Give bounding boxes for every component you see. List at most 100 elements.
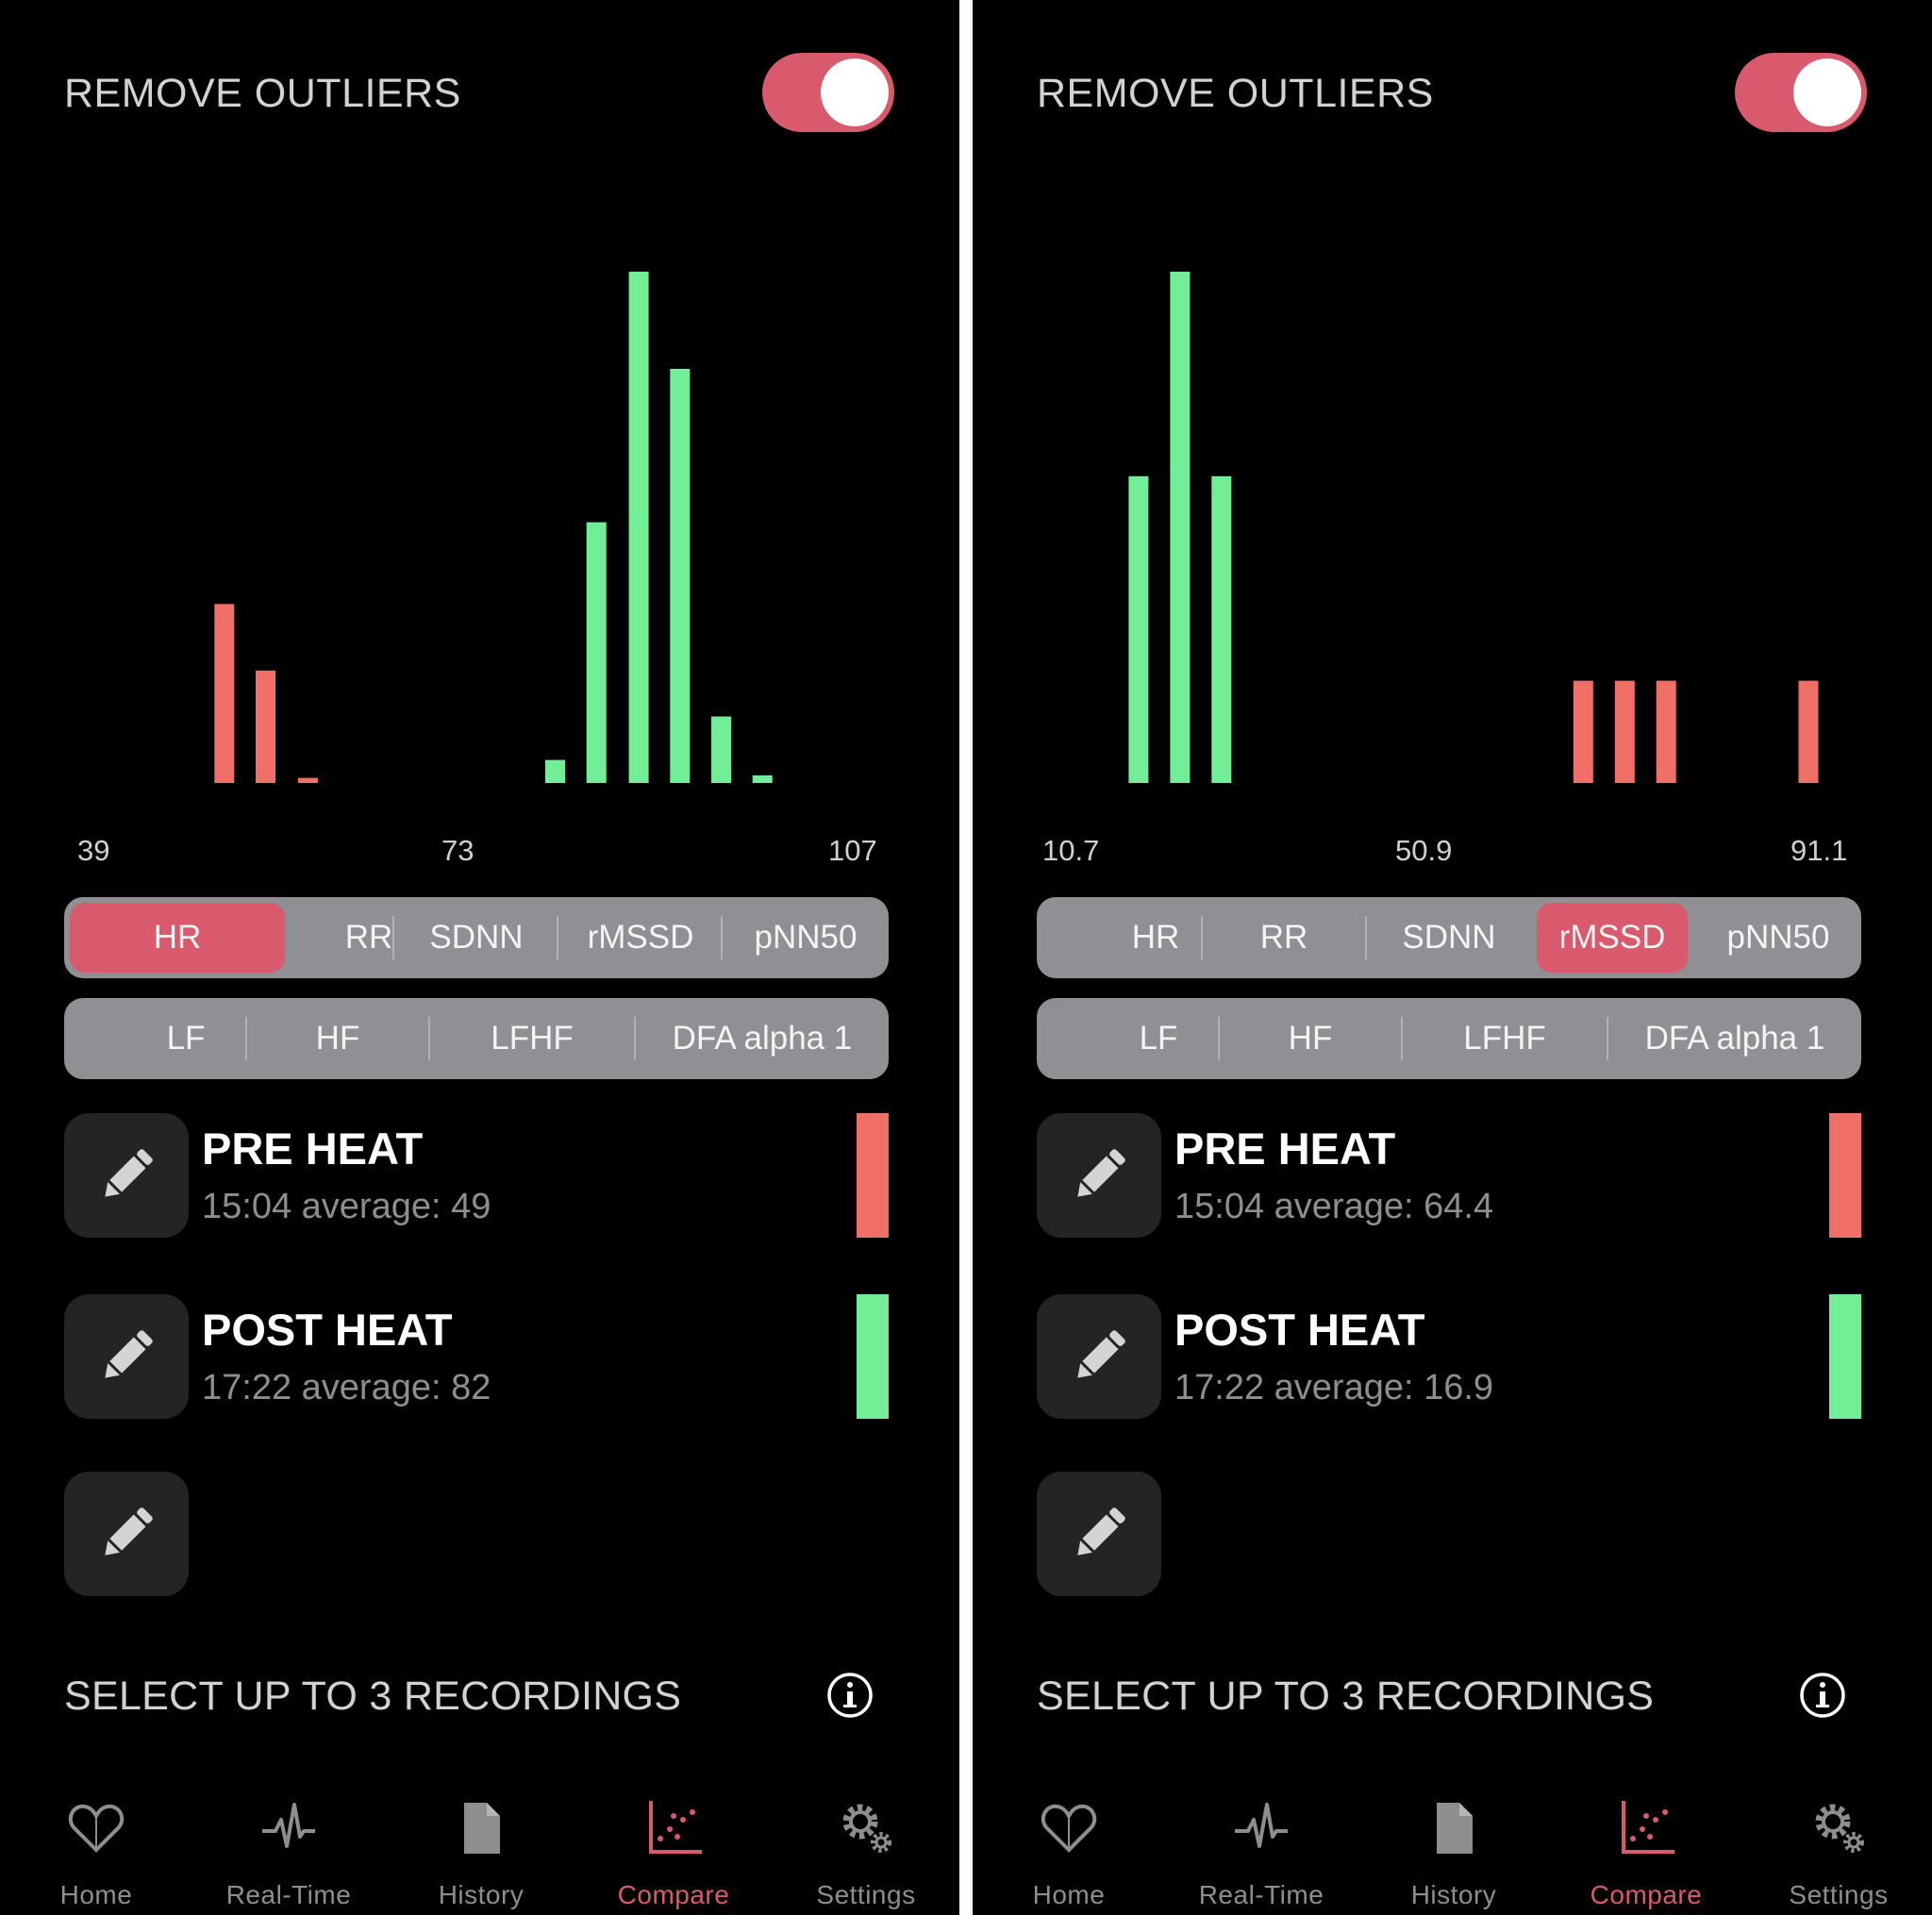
- recording-color-swatch: [1829, 1113, 1861, 1238]
- pulse-icon: [1235, 1803, 1288, 1848]
- edit-recording-button[interactable]: [64, 1294, 189, 1419]
- metric-sdnn[interactable]: SDNN: [1367, 897, 1531, 978]
- recording-name: POST HEAT: [202, 1305, 453, 1355]
- recording-row[interactable]: PRE HEAT 15:04 average: 64.4: [1037, 1113, 1861, 1238]
- pencil-icon: [105, 1330, 153, 1378]
- x-tick-max: 91.1: [1790, 834, 1847, 867]
- metric-lfhf[interactable]: LFHF: [1403, 998, 1607, 1079]
- recording-name: PRE HEAT: [1174, 1124, 1396, 1174]
- tab-label: History: [1410, 1880, 1497, 1909]
- tab-settings[interactable]: Settings: [1754, 1788, 1924, 1915]
- recording-meta: 17:22 average: 16.9: [1174, 1368, 1494, 1407]
- edit-recording-button[interactable]: [64, 1113, 189, 1238]
- pencil-icon: [1077, 1330, 1125, 1378]
- tab-label: Home: [59, 1880, 133, 1909]
- metric-rr[interactable]: RR: [1203, 897, 1365, 978]
- recording-row[interactable]: POST HEAT 17:22 average: 16.9: [1037, 1294, 1861, 1419]
- home-heart-icon: [68, 1804, 125, 1853]
- metric-sdnn[interactable]: SDNN: [394, 897, 558, 978]
- histogram-bar: [586, 522, 607, 783]
- pulse-icon: [262, 1803, 315, 1848]
- metric-hf[interactable]: HF: [1220, 998, 1401, 1079]
- gears-icon: [842, 1804, 891, 1853]
- histogram-bar: [1128, 475, 1149, 783]
- metric-dfa-alpha1[interactable]: DFA alpha 1: [636, 998, 889, 1079]
- scatter-chart-icon: [649, 1801, 702, 1854]
- tab-real-time[interactable]: Real-Time: [1176, 1788, 1346, 1915]
- metric-selector-row2: LF HF LFHF DFA alpha 1: [64, 998, 889, 1079]
- recording-meta: 15:04 average: 49: [202, 1187, 491, 1226]
- pencil-icon: [105, 1149, 153, 1197]
- metric-selector-row1: HR RR SDNN rMSSD pNN50: [1037, 897, 1861, 978]
- edit-recording-button[interactable]: [1037, 1113, 1161, 1238]
- edit-recording-button[interactable]: [1037, 1472, 1161, 1596]
- histogram-bar: [545, 759, 565, 783]
- gears-icon: [1815, 1804, 1864, 1853]
- pencil-icon: [105, 1507, 153, 1556]
- recording-color-swatch: [857, 1294, 889, 1419]
- tab-history[interactable]: History: [1369, 1788, 1539, 1915]
- recording-row[interactable]: PRE HEAT 15:04 average: 49: [64, 1113, 889, 1238]
- compare-screen-right: REMOVE OUTLIERS 10.7 50.9 91.1 HR RR SDN…: [973, 0, 1932, 1915]
- compare-screen-left: REMOVE OUTLIERS 39 73 107 HR RR SDNN rMS…: [0, 0, 959, 1915]
- tab-bar: Home Real-Time History Compare Settings: [0, 1788, 959, 1915]
- tab-home[interactable]: Home: [984, 1788, 1154, 1915]
- tab-real-time[interactable]: Real-Time: [204, 1788, 374, 1915]
- edit-recording-button[interactable]: [64, 1472, 189, 1596]
- metric-pnn50[interactable]: pNN50: [1695, 897, 1861, 978]
- recording-color-swatch: [1829, 1294, 1861, 1419]
- histogram-bar: [1614, 680, 1635, 783]
- histogram-bar: [670, 369, 691, 783]
- histogram-bar: [1170, 272, 1191, 783]
- histogram-bar: [1211, 475, 1232, 783]
- histogram-bar: [214, 604, 235, 783]
- recording-color-swatch: [857, 1113, 889, 1238]
- recording-name: POST HEAT: [1174, 1305, 1425, 1355]
- metric-rmssd[interactable]: rMSSD: [558, 897, 723, 978]
- tab-label: Compare: [617, 1880, 730, 1909]
- pencil-icon: [1077, 1507, 1125, 1556]
- x-tick-mid: 50.9: [1395, 834, 1452, 867]
- x-tick-max: 107: [828, 834, 877, 867]
- metric-selector-row1: HR RR SDNN rMSSD pNN50: [64, 897, 889, 978]
- select-recordings-label: SELECT UP TO 3 RECORDINGS: [64, 1674, 682, 1719]
- tab-compare[interactable]: Compare: [589, 1788, 758, 1915]
- tab-home[interactable]: Home: [11, 1788, 181, 1915]
- tab-label: Settings: [816, 1880, 916, 1909]
- histogram-bar: [752, 774, 773, 783]
- home-heart-icon: [1041, 1804, 1097, 1853]
- tab-history[interactable]: History: [396, 1788, 566, 1915]
- recording-row-empty[interactable]: [64, 1472, 889, 1596]
- edit-recording-button[interactable]: [1037, 1294, 1161, 1419]
- metric-dfa-alpha1[interactable]: DFA alpha 1: [1608, 998, 1861, 1079]
- tab-label: Settings: [1789, 1880, 1889, 1909]
- metric-hr[interactable]: HR: [70, 903, 285, 973]
- histogram-chart: 39 73 107: [77, 272, 877, 867]
- tab-label: Real-Time: [225, 1880, 352, 1909]
- tab-label: Compare: [1590, 1880, 1703, 1909]
- document-icon: [464, 1803, 500, 1854]
- metric-hf[interactable]: HF: [247, 998, 428, 1079]
- x-tick-mid: 73: [441, 834, 474, 867]
- select-recordings-label: SELECT UP TO 3 RECORDINGS: [1037, 1674, 1655, 1719]
- recording-row-empty[interactable]: [1037, 1472, 1861, 1596]
- tab-label: History: [438, 1880, 525, 1909]
- document-icon: [1437, 1803, 1473, 1854]
- histogram-bar: [1573, 680, 1593, 783]
- scatter-chart-icon: [1622, 1801, 1674, 1854]
- metric-selector-row2: LF HF LFHF DFA alpha 1: [1037, 998, 1861, 1079]
- histogram-bar: [628, 272, 649, 783]
- histogram-bar: [711, 716, 731, 783]
- pencil-icon: [1077, 1149, 1125, 1197]
- recording-row[interactable]: POST HEAT 17:22 average: 82: [64, 1294, 889, 1419]
- info-icon[interactable]: [1799, 1672, 1846, 1719]
- histogram-bar: [297, 777, 318, 783]
- histogram-bar: [1656, 680, 1676, 783]
- tab-settings[interactable]: Settings: [781, 1788, 951, 1915]
- metric-rmssd[interactable]: rMSSD: [1537, 903, 1688, 973]
- histogram-bar: [256, 670, 275, 783]
- tab-compare[interactable]: Compare: [1561, 1788, 1731, 1915]
- metric-lfhf[interactable]: LFHF: [430, 998, 634, 1079]
- metric-pnn50[interactable]: pNN50: [723, 897, 889, 978]
- info-icon[interactable]: [826, 1672, 874, 1719]
